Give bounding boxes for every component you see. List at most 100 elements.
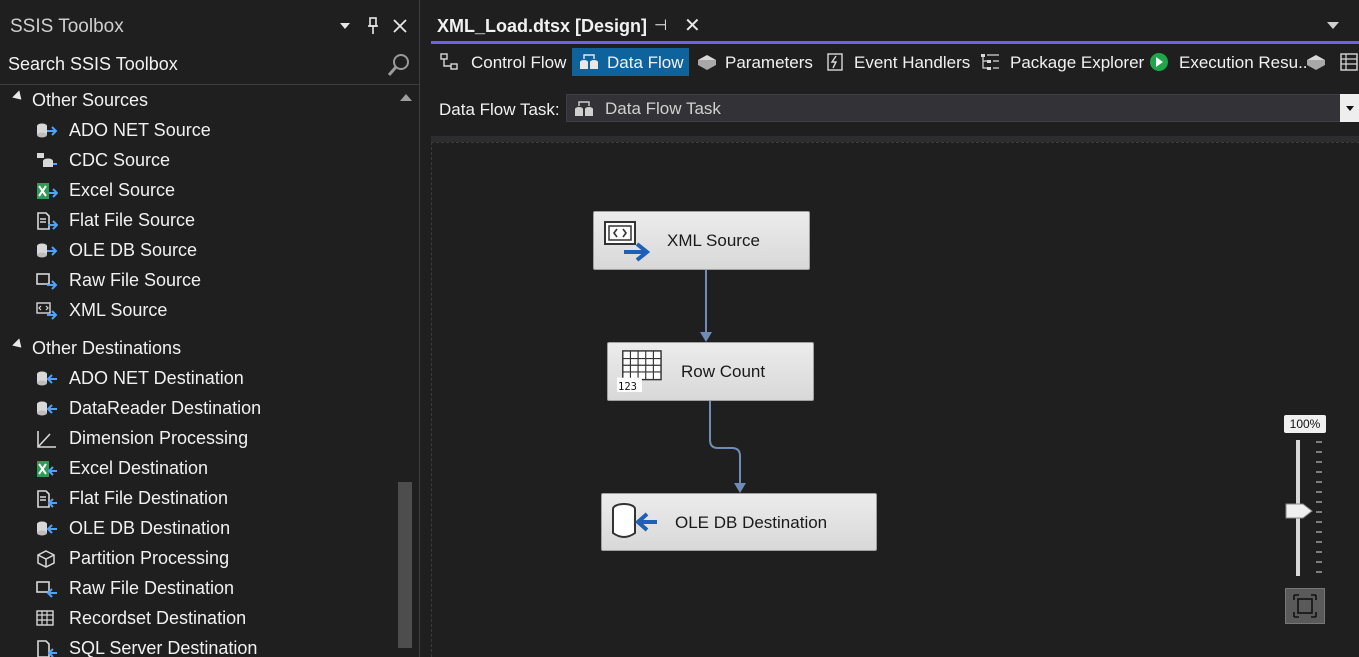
fit-to-window-icon	[1293, 594, 1317, 618]
tab-label: Control Flow	[471, 53, 567, 72]
zoom-slider-thumb[interactable]	[1285, 503, 1313, 519]
toolbox-item-label: OLE DB Destination	[69, 518, 231, 538]
group-other-sources[interactable]: Other Sources	[0, 86, 393, 116]
data-flow-task-label: Data Flow Task:	[439, 100, 560, 119]
scroll-up-arrow-icon[interactable]	[400, 94, 412, 101]
toolbox-item-list: Other Sources ADO NET Source CDC Source …	[0, 86, 393, 657]
toolbox-item-flat-file-destination[interactable]: Flat File Destination	[0, 484, 393, 514]
node-ole-db-destination[interactable]: OLE DB Destination	[601, 493, 877, 551]
tab-execution-results[interactable]: Execution Resu..	[1142, 48, 1308, 76]
toolbox-item-datareader-destination[interactable]: DataReader Destination	[0, 394, 393, 424]
toolbox-item-label: ADO NET Destination	[69, 368, 244, 388]
tab-label: Event Handlers	[854, 53, 971, 72]
pin-button[interactable]	[362, 14, 384, 38]
ado-net-source-icon	[37, 123, 58, 138]
oledb-destination-icon	[612, 503, 657, 538]
toolbox-item-label: Dimension Processing	[69, 428, 249, 448]
tab-data-flow[interactable]: Data Flow	[572, 48, 689, 76]
zoom-to-fit-button[interactable]	[1285, 588, 1325, 624]
zoom-level-label: 100%	[1284, 415, 1326, 433]
group-label: Other Destinations	[32, 338, 182, 358]
dimension-processing-icon	[37, 431, 56, 448]
raw-file-destination-icon	[36, 581, 57, 598]
tab-close-icon[interactable]: ✕	[684, 13, 701, 38]
window-menu-button[interactable]	[334, 14, 356, 38]
toolbox-item-partition-processing[interactable]: Partition Processing	[0, 544, 393, 574]
datareader-destination-icon	[37, 401, 57, 416]
toolbox-item-label: Flat File Destination	[69, 488, 229, 508]
toolbox-search-input[interactable]	[8, 52, 378, 76]
toolbox-item-sql-server-destination[interactable]: SQL Server Destination	[0, 634, 393, 657]
data-flow-design-canvas[interactable]	[431, 142, 1359, 657]
toolbar-box-icon[interactable]	[1305, 52, 1327, 72]
toolbox-item-recordset-destination[interactable]: Recordset Destination	[0, 604, 393, 634]
toolbox-item-label: Raw File Source	[69, 270, 202, 290]
chevron-down-icon	[1346, 106, 1354, 111]
row-count-icon-text: 123	[618, 381, 637, 393]
search-icon[interactable]	[386, 52, 412, 78]
toolbox-item-dimension-processing[interactable]: Dimension Processing	[0, 424, 393, 454]
toolbox-item-ole-db-source[interactable]: OLE DB Source	[0, 236, 393, 266]
toolbox-item-label: Recordset Destination	[69, 608, 247, 628]
node-xml-source[interactable]: XML Source	[593, 211, 810, 270]
tab-overflow-chevron-icon[interactable]	[1327, 22, 1339, 29]
pin-icon	[368, 17, 378, 34]
tab-control-flow[interactable]: Control Flow	[433, 48, 567, 76]
raw-file-source-icon	[36, 273, 58, 290]
node-label: Row Count	[681, 362, 766, 381]
close-icon	[393, 19, 407, 33]
tab-package-explorer[interactable]: Package Explorer	[972, 48, 1144, 76]
data-flow-task-icon	[575, 101, 593, 116]
ado-net-destination-icon	[37, 371, 57, 386]
flat-file-source-icon	[37, 212, 58, 230]
toolbox-title: SSIS Toolbox	[10, 16, 124, 37]
xml-source-icon	[36, 302, 58, 320]
node-row-count[interactable]: 123 Row Count	[607, 342, 814, 401]
toolbox-item-raw-file-destination[interactable]: Raw File Destination	[0, 574, 393, 604]
toolbox-item-raw-file-source[interactable]: Raw File Source	[0, 266, 393, 296]
tab-label: Execution Resu..	[1179, 53, 1308, 72]
data-flow-icon	[580, 54, 598, 69]
toolbox-item-cdc-source[interactable]: CDC Source	[0, 146, 393, 176]
parameters-icon	[698, 55, 716, 70]
toolbox-item-excel-destination[interactable]: Excel Destination	[0, 454, 393, 484]
toolbox-item-label: DataReader Destination	[69, 398, 262, 418]
toolbox-item-label: OLE DB Source	[69, 240, 198, 260]
toolbox-item-label: Partition Processing	[69, 548, 230, 568]
chevron-down-icon	[340, 23, 350, 29]
flat-file-destination-icon	[37, 490, 57, 508]
toolbox-item-label: Excel Destination	[69, 458, 209, 478]
execution-results-icon	[1150, 53, 1168, 71]
toolbox-item-label: XML Source	[69, 300, 168, 320]
toolbox-item-excel-source[interactable]: Excel Source	[0, 176, 393, 206]
document-tab-title[interactable]: XML_Load.dtsx [Design]	[437, 16, 647, 37]
toolbox-item-label: Excel Source	[69, 180, 176, 200]
toolbox-item-xml-source[interactable]: XML Source	[0, 296, 393, 326]
ole-db-destination-icon	[37, 521, 57, 536]
node-label: OLE DB Destination	[675, 513, 828, 532]
tab-pin-icon[interactable]: ⊣	[654, 16, 667, 34]
toolbox-item-ado-net-source[interactable]: ADO NET Source	[0, 116, 393, 146]
group-other-destinations[interactable]: Other Destinations	[0, 334, 393, 364]
toolbox-item-ole-db-destination[interactable]: OLE DB Destination	[0, 514, 393, 544]
toolbox-item-ado-net-destination[interactable]: ADO NET Destination	[0, 364, 393, 394]
control-flow-icon	[440, 53, 458, 70]
package-explorer-icon	[981, 54, 999, 70]
tab-parameters[interactable]: Parameters	[690, 48, 814, 76]
toolbox-item-label: CDC Source	[69, 150, 171, 170]
event-handlers-icon	[827, 53, 843, 71]
tab-event-handlers[interactable]: Event Handlers	[818, 48, 971, 76]
toolbar-grid-icon[interactable]	[1339, 52, 1359, 72]
toolbox-item-label: Flat File Source	[69, 210, 196, 230]
scrollbar-thumb[interactable]	[398, 482, 412, 648]
expanded-arrow-icon	[12, 90, 25, 104]
recordset-destination-icon	[36, 610, 54, 626]
partition-processing-icon	[37, 550, 55, 568]
xml-source-icon	[604, 221, 650, 262]
group-label: Other Sources	[32, 90, 149, 110]
toolbox-item-label: Raw File Destination	[69, 578, 235, 598]
ole-db-source-icon	[37, 243, 58, 258]
close-toolbox-button[interactable]	[389, 14, 411, 38]
toolbox-item-flat-file-source[interactable]: Flat File Source	[0, 206, 393, 236]
toolbox-search-bar	[0, 46, 419, 85]
